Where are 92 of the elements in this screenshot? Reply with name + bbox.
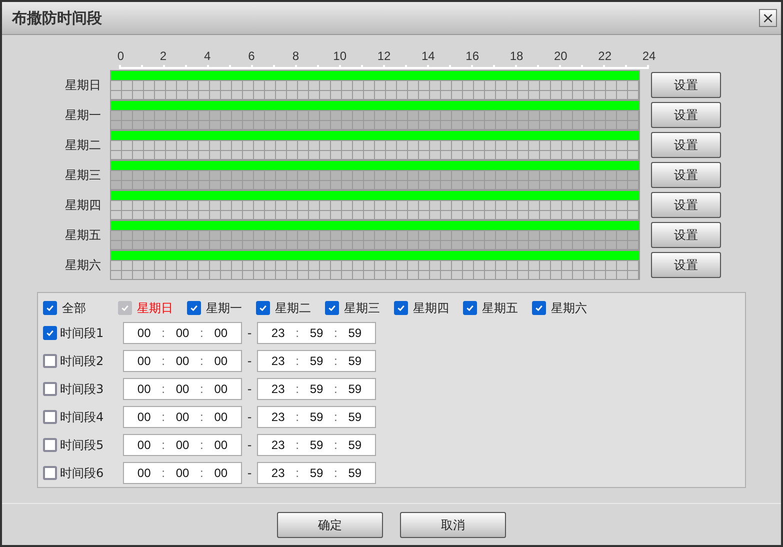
check-icon <box>396 303 406 313</box>
settings-button[interactable]: 设置 <box>651 222 721 248</box>
cancel-button[interactable]: 取消 <box>400 512 506 538</box>
day-schedule-grid[interactable] <box>110 100 640 130</box>
range-separator: - <box>246 438 253 452</box>
settings-button[interactable]: 设置 <box>651 192 721 218</box>
checkbox[interactable] <box>43 301 57 315</box>
checkbox[interactable] <box>43 466 57 480</box>
checkbox-label: 时间段5 <box>60 436 104 454</box>
ok-button[interactable]: 确定 <box>277 512 383 538</box>
checkbox[interactable] <box>256 301 270 315</box>
settings-button[interactable]: 设置 <box>651 132 721 158</box>
hour-label: 16 <box>466 49 479 63</box>
hour-label: 0 <box>117 49 124 63</box>
hour-label: 6 <box>248 49 255 63</box>
checkbox[interactable] <box>43 326 57 340</box>
hour-label: 18 <box>510 49 524 63</box>
checkbox[interactable] <box>187 301 201 315</box>
hour-label: 2 <box>160 49 166 63</box>
check-icon <box>258 303 268 313</box>
day-schedule-grid[interactable] <box>110 130 640 160</box>
checkbox[interactable] <box>463 301 477 315</box>
check-icon <box>327 303 337 313</box>
end-time-field[interactable]: 23 : 59 : 59 <box>257 434 376 456</box>
check-icon <box>465 303 475 313</box>
hour-label: 24 <box>642 49 656 63</box>
checkbox-label: 时间段6 <box>60 464 104 482</box>
checkbox[interactable] <box>43 382 57 396</box>
range-separator: - <box>246 410 253 424</box>
check-icon <box>120 303 130 313</box>
checkbox[interactable] <box>394 301 408 315</box>
window-title: 布撒防时间段 <box>12 8 102 28</box>
checkbox[interactable] <box>43 410 57 424</box>
day-label: 星期四 <box>64 196 102 214</box>
end-time-field[interactable]: 23 : 59 : 59 <box>257 378 376 400</box>
settings-button[interactable]: 设置 <box>651 252 721 278</box>
checkbox[interactable] <box>43 438 57 452</box>
hour-label: 22 <box>598 49 612 63</box>
day-schedule-grid[interactable] <box>110 250 640 280</box>
close-button[interactable]: × <box>759 9 777 27</box>
checkbox-label: 时间段1 <box>60 324 104 342</box>
checkbox-label: 时间段3 <box>60 380 104 398</box>
checkbox-label: 星期三 <box>344 300 380 316</box>
checkbox-label: 时间段2 <box>60 352 104 370</box>
range-separator: - <box>246 466 253 480</box>
day-label: 星期三 <box>64 166 102 184</box>
start-time-field[interactable]: 00 : 00 : 00 <box>123 434 242 456</box>
checkbox[interactable] <box>325 301 339 315</box>
checkbox-label: 星期二 <box>275 300 311 316</box>
range-separator: - <box>246 382 253 396</box>
checkbox-label: 全部 <box>62 300 86 316</box>
end-time-field[interactable]: 23 : 59 : 59 <box>257 406 376 428</box>
range-separator: - <box>246 326 253 340</box>
day-schedule-grid[interactable] <box>110 70 640 100</box>
settings-button[interactable]: 设置 <box>651 72 721 98</box>
day-schedule-grid[interactable] <box>110 160 640 190</box>
end-time-field[interactable]: 23 : 59 : 59 <box>257 462 376 484</box>
check-icon <box>189 303 199 313</box>
day-label: 星期二 <box>64 136 102 154</box>
checkbox-label: 时间段4 <box>60 408 104 426</box>
checkbox-label: 星期日 <box>137 300 173 316</box>
range-separator: - <box>246 354 253 368</box>
hour-label: 20 <box>554 49 568 63</box>
day-label: 星期一 <box>64 106 102 124</box>
settings-button[interactable]: 设置 <box>651 162 721 188</box>
hour-label: 12 <box>377 49 391 63</box>
day-label: 星期五 <box>64 226 102 244</box>
end-time-field[interactable]: 23 : 59 : 59 <box>257 322 376 344</box>
start-time-field[interactable]: 00 : 00 : 00 <box>123 378 242 400</box>
hour-label: 4 <box>204 49 211 63</box>
settings-button[interactable]: 设置 <box>651 102 721 128</box>
hour-label: 14 <box>421 49 435 63</box>
checkbox[interactable] <box>43 354 57 368</box>
check-icon <box>534 303 544 313</box>
hour-label: 10 <box>333 49 346 63</box>
checkbox[interactable] <box>532 301 546 315</box>
start-time-field[interactable]: 00 : 00 : 00 <box>123 350 242 372</box>
checkbox-label: 星期四 <box>413 300 449 316</box>
day-schedule-grid[interactable] <box>110 220 640 250</box>
start-time-field[interactable]: 00 : 00 : 00 <box>123 406 242 428</box>
checkbox-label: 星期六 <box>551 300 587 316</box>
hour-label: 8 <box>292 49 299 63</box>
start-time-field[interactable]: 00 : 00 : 00 <box>123 462 242 484</box>
start-time-field[interactable]: 00 : 00 : 00 <box>123 322 242 344</box>
end-time-field[interactable]: 23 : 59 : 59 <box>257 350 376 372</box>
checkbox-label: 星期五 <box>482 300 518 316</box>
check-icon <box>45 328 55 338</box>
check-icon <box>45 303 55 313</box>
day-label: 星期六 <box>64 256 102 274</box>
checkbox-label: 星期一 <box>206 300 242 316</box>
day-schedule-grid[interactable] <box>110 190 640 220</box>
day-label: 星期日 <box>64 76 102 94</box>
